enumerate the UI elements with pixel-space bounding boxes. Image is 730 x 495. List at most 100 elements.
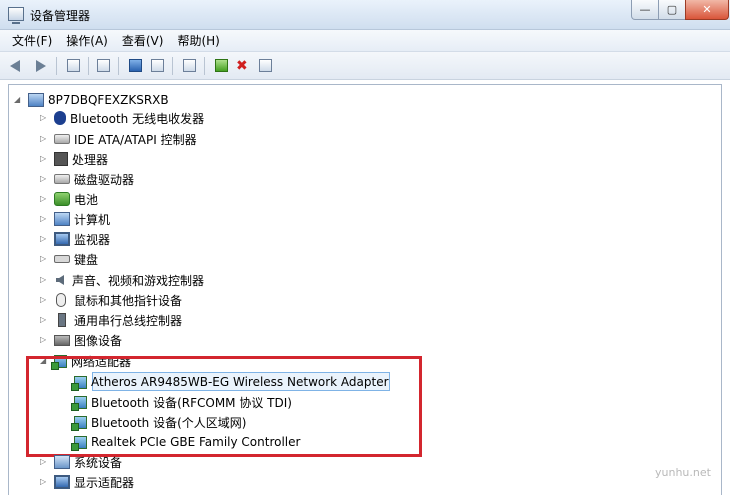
tree-item-label: 显示适配器 — [74, 475, 135, 490]
system-device-icon — [54, 455, 70, 469]
tree-item-keyboard[interactable]: ▷ 键盘 — [40, 249, 98, 269]
battery-icon — [54, 192, 70, 206]
properties-button[interactable] — [96, 58, 112, 74]
show-hide-console-tree-button[interactable] — [66, 58, 82, 74]
help-button[interactable] — [128, 58, 144, 74]
tree-item-label: 监视器 — [74, 232, 111, 247]
tree-item-usb[interactable]: ▷ 通用串行总线控制器 — [40, 310, 182, 330]
expand-triangle-icon[interactable]: ▷ — [40, 478, 48, 486]
expand-triangle-icon[interactable]: ▷ — [40, 175, 48, 183]
expand-triangle-icon[interactable]: ▷ — [40, 458, 48, 466]
computer-icon — [54, 212, 70, 226]
update-driver-button[interactable] — [214, 58, 230, 74]
device-label: Bluetooth 设备(RFCOMM 协议 TDI) — [91, 395, 292, 410]
title-bar: 设备管理器 — ▢ ✕ — [0, 0, 730, 30]
expand-triangle-icon[interactable]: ▷ — [40, 235, 48, 243]
tree-item-sound[interactable]: ▷ 声音、视频和游戏控制器 — [40, 270, 204, 290]
maximize-button[interactable]: ▢ — [658, 0, 686, 20]
action-pane-button[interactable] — [150, 58, 166, 74]
network-device-atheros[interactable]: Atheros AR9485WB-EG Wireless Network Ada… — [71, 372, 389, 392]
usb-icon — [58, 313, 66, 327]
expand-triangle-icon[interactable]: ▷ — [40, 336, 48, 344]
mouse-icon — [56, 293, 66, 307]
expand-triangle-icon[interactable]: ▷ — [40, 114, 48, 122]
network-device-bt-pan[interactable]: Bluetooth 设备(个人区域网) — [71, 412, 247, 432]
tree-item-label: 声音、视频和游戏控制器 — [72, 273, 205, 288]
expand-triangle-icon[interactable]: ▷ — [40, 215, 48, 223]
bluetooth-icon — [54, 111, 66, 125]
network-device-realtek[interactable]: Realtek PCIe GBE Family Controller — [71, 432, 301, 452]
toolbar-separator — [118, 57, 119, 75]
tree-item-mouse[interactable]: ▷ 鼠标和其他指针设备 — [40, 290, 182, 310]
tree-item-label: 系统设备 — [74, 455, 123, 470]
forward-button[interactable] — [32, 58, 48, 74]
tree-item-ide[interactable]: ▷ IDE ATA/ATAPI 控制器 — [40, 129, 197, 149]
menu-help[interactable]: 帮助(H) — [177, 32, 219, 49]
tree-item-system-devices[interactable]: ▷ 系统设备 — [40, 452, 122, 472]
menu-action[interactable]: 操作(A) — [66, 32, 108, 49]
sound-icon — [56, 275, 64, 285]
expand-triangle-icon[interactable]: ▷ — [40, 155, 48, 163]
tree-item-label: 计算机 — [74, 212, 111, 227]
window-title: 设备管理器 — [30, 9, 91, 23]
scan-hardware-button[interactable] — [182, 58, 198, 74]
uninstall-x-icon: ✖ — [236, 58, 248, 74]
toolbar-separator — [204, 57, 205, 75]
toolbar-separator — [56, 57, 57, 75]
device-label: Realtek PCIe GBE Family Controller — [91, 435, 301, 449]
tree-item-label: 鼠标和其他指针设备 — [74, 293, 183, 308]
collapse-triangle-icon[interactable]: ◢ — [40, 357, 48, 365]
network-adapter-icon — [71, 395, 87, 411]
tree-item-bluetooth[interactable]: ▷ Bluetooth 无线电收发器 — [40, 108, 204, 128]
tree-item-label: 处理器 — [72, 152, 109, 167]
computer-icon — [28, 93, 44, 107]
tree-item-processor[interactable]: ▷ 处理器 — [40, 149, 108, 169]
tree-item-disk[interactable]: ▷ 磁盘驱动器 — [40, 169, 134, 189]
help-icon — [129, 59, 142, 72]
menu-bar: 文件(F) 操作(A) 查看(V) 帮助(H) — [0, 30, 730, 52]
tree-root-label: 8P7DBQFEXZKSRXB — [48, 93, 169, 107]
menu-view[interactable]: 查看(V) — [122, 32, 164, 49]
forward-arrow-icon — [36, 60, 46, 72]
network-adapter-icon — [71, 415, 87, 431]
tree-item-network-adapters[interactable]: ◢ 网络适配器 — [40, 351, 131, 371]
device-label: Bluetooth 设备(个人区域网) — [91, 415, 247, 430]
toolbar: ✖ — [0, 52, 730, 80]
console-tree-icon — [67, 59, 80, 72]
monitor-icon — [54, 232, 70, 246]
tree-item-label: 电池 — [74, 192, 99, 207]
expand-triangle-icon[interactable]: ▷ — [40, 135, 48, 143]
minimize-button[interactable]: — — [631, 0, 659, 20]
display-adapter-icon — [54, 475, 70, 489]
tree-item-label: 通用串行总线控制器 — [74, 313, 183, 328]
expand-triangle-icon[interactable]: ▷ — [40, 316, 48, 324]
uninstall-button[interactable]: ✖ — [236, 58, 252, 74]
properties-icon — [97, 59, 110, 72]
back-button[interactable] — [10, 58, 26, 74]
tree-item-battery[interactable]: ▷ 电池 — [40, 189, 98, 209]
tree-item-imaging[interactable]: ▷ 图像设备 — [40, 330, 122, 350]
scan-hardware-icon — [183, 59, 196, 72]
collapse-triangle-icon[interactable]: ◢ — [14, 96, 22, 104]
device-manager-icon — [8, 7, 24, 24]
disable-button[interactable] — [258, 58, 274, 74]
imaging-device-icon — [54, 334, 70, 346]
network-adapter-icon — [51, 354, 67, 370]
disable-device-icon — [259, 59, 272, 72]
expand-triangle-icon[interactable]: ▷ — [40, 255, 48, 263]
tree-item-computer[interactable]: ▷ 计算机 — [40, 209, 110, 229]
tree-root[interactable]: ◢ 8P7DBQFEXZKSRXB — [14, 90, 169, 110]
menu-file[interactable]: 文件(F) — [12, 32, 52, 49]
toolbar-separator — [88, 57, 89, 75]
close-button[interactable]: ✕ — [685, 0, 729, 20]
tree-item-label: IDE ATA/ATAPI 控制器 — [74, 132, 197, 147]
tree-item-monitor[interactable]: ▷ 监视器 — [40, 229, 110, 249]
expand-triangle-icon[interactable]: ▷ — [40, 296, 48, 304]
watermark: yunhu.net — [655, 466, 711, 479]
update-driver-icon — [215, 59, 228, 72]
tree-item-display-adapters[interactable]: ▷ 显示适配器 — [40, 472, 134, 492]
expand-triangle-icon[interactable]: ▷ — [40, 276, 48, 284]
network-device-bt-rfcomm[interactable]: Bluetooth 设备(RFCOMM 协议 TDI) — [71, 392, 292, 412]
tree-item-label: Bluetooth 无线电收发器 — [70, 111, 205, 126]
expand-triangle-icon[interactable]: ▷ — [40, 195, 48, 203]
